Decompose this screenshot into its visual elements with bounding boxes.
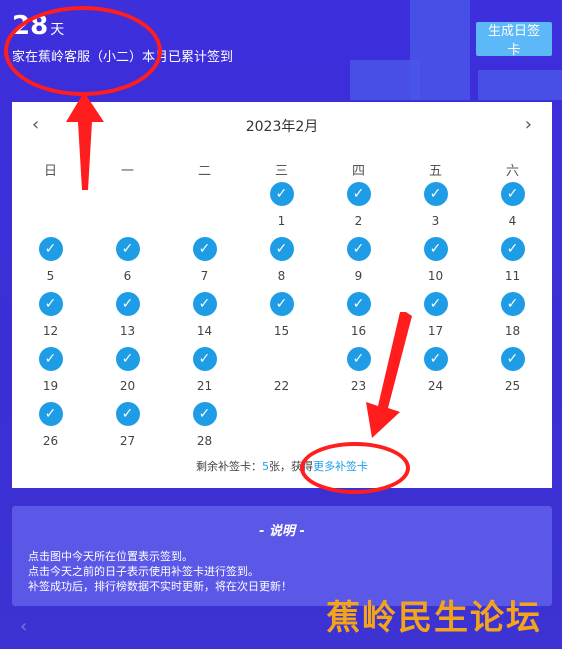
day-number: 27: [119, 434, 136, 448]
checked-icon: ✓: [423, 182, 448, 206]
day-cell[interactable]: ✓ 5: [12, 235, 89, 290]
day-number: 12: [42, 324, 59, 338]
checked-icon: ✓: [192, 292, 217, 316]
generate-daily-card-button[interactable]: 生成日签卡: [476, 22, 552, 57]
weekday-label: 五: [428, 164, 442, 179]
weekday-label: 二: [197, 164, 211, 179]
day-number: 20: [119, 379, 136, 393]
day-cell[interactable]: ✓ 14: [166, 290, 243, 345]
day-cell[interactable]: ✓ 8: [243, 235, 320, 290]
weekday-label: 三: [274, 164, 288, 179]
day-cell[interactable]: ✓ 2: [320, 180, 397, 235]
day-cell[interactable]: ✓ 15: [243, 290, 320, 345]
weekday-label: 四: [351, 164, 365, 179]
checked-icon: ✓: [346, 237, 371, 261]
description-line: 点击今天之前的日子表示使用补签卡进行签到。: [28, 565, 259, 578]
day-number: 6: [123, 269, 132, 283]
checked-icon: ✓: [192, 237, 217, 261]
checked-icon: ✓: [500, 237, 525, 261]
checked-icon: ✓: [423, 292, 448, 316]
day-number: 9: [354, 269, 363, 283]
day-cell[interactable]: ✓ 10: [397, 235, 474, 290]
weekday-label: 六: [505, 164, 519, 179]
day-number: 17: [427, 324, 444, 338]
checked-icon: ✓: [115, 237, 140, 261]
day-number: 26: [42, 434, 59, 448]
day-cell[interactable]: ✓ 28: [166, 400, 243, 455]
day-number: 5: [46, 269, 55, 283]
day-cell[interactable]: ✓ 26: [12, 400, 89, 455]
day-number: 11: [504, 269, 521, 283]
checked-icon: ✓: [38, 402, 63, 426]
day-cell[interactable]: ✓ 18: [474, 290, 551, 345]
day-cell[interactable]: ✓ 11: [474, 235, 551, 290]
day-cell[interactable]: ✓ 13: [89, 290, 166, 345]
next-month-button[interactable]: ›: [525, 114, 532, 135]
day-number: 7: [200, 269, 209, 283]
day-number: 3: [431, 214, 440, 228]
makeup-card-label: 剩余补签卡：: [196, 460, 262, 473]
day-cell[interactable]: ✓ 4: [474, 180, 551, 235]
day-number: 19: [42, 379, 59, 393]
day-cell[interactable]: ✓ 27: [89, 400, 166, 455]
day-number: 28: [196, 434, 213, 448]
description-title: - 说明 -: [259, 524, 305, 539]
day-cell[interactable]: ✓ 3: [397, 180, 474, 235]
checked-icon: ✓: [269, 182, 294, 206]
building-decoration: [350, 60, 420, 100]
day-number: 8: [277, 269, 286, 283]
day-number: 21: [196, 379, 213, 393]
day-number: 1: [277, 214, 286, 228]
day-number: 24: [427, 379, 444, 393]
checked-icon: ✓: [115, 292, 140, 316]
checked-icon: ✓: [192, 402, 217, 426]
annotation-circle-link: [300, 442, 410, 494]
description-line: 点击图中今天所在位置表示签到。: [28, 550, 193, 563]
checked-icon: ✓: [500, 182, 525, 206]
day-cell[interactable]: ✓ 19: [12, 345, 89, 400]
checked-icon: ✓: [500, 292, 525, 316]
checked-icon: ✓: [269, 237, 294, 261]
day-number: 2: [354, 214, 363, 228]
checked-icon: ✓: [269, 292, 294, 316]
checked-icon: ✓: [423, 237, 448, 261]
checked-icon: ✓: [38, 292, 63, 316]
day-number: 13: [119, 324, 136, 338]
day-number: 22: [273, 379, 290, 393]
calendar-grid: ✓ 1 ✓ 2 ✓ 3 ✓ 4 ✓ 5 ✓ 6 ✓ 7 ✓ 8 ✓ 9 ✓ 10 ✓ 11 ✓ 12 ✓ 13 ✓ 14 ✓ 15 ✓ 16 ✓…: [12, 180, 552, 455]
day-cell[interactable]: ✓ 1: [243, 180, 320, 235]
empty-cell: [166, 180, 243, 235]
checked-icon: ✓: [346, 182, 371, 206]
annotation-arrow-down: [366, 312, 412, 438]
day-cell[interactable]: ✓ 20: [89, 345, 166, 400]
checked-icon: ✓: [38, 347, 63, 371]
day-cell[interactable]: ✓ 12: [12, 290, 89, 345]
day-cell[interactable]: 22: [243, 345, 320, 400]
day-number: 14: [196, 324, 213, 338]
day-number: 4: [508, 214, 517, 228]
day-cell[interactable]: ✓ 6: [89, 235, 166, 290]
checked-icon: ✓: [423, 347, 448, 371]
annotation-arrow-up: [66, 92, 104, 190]
checked-icon: ✓: [115, 402, 140, 426]
checked-icon: ✓: [500, 347, 525, 371]
watermark: 蕉岭民生论坛: [326, 598, 542, 638]
day-cell[interactable]: ✓ 7: [166, 235, 243, 290]
day-number: 10: [427, 269, 444, 283]
building-decoration: [478, 70, 562, 100]
description-lines: 点击图中今天所在位置表示签到。 点击今天之前的日子表示使用补签卡进行签到。 补签成功…: [28, 549, 552, 594]
checked-icon: ✓: [38, 237, 63, 261]
day-number: 18: [504, 324, 521, 338]
day-cell[interactable]: ✓ 9: [320, 235, 397, 290]
day-number: 25: [504, 379, 521, 393]
day-cell[interactable]: ✓ 25: [474, 345, 551, 400]
makeup-card-info: 剩余补签卡：5张，获得更多补签卡: [12, 458, 552, 474]
makeup-card-count: 5: [262, 460, 269, 473]
day-cell[interactable]: ✓ 21: [166, 345, 243, 400]
annotation-circle-header: [4, 6, 162, 96]
checked-icon: ✓: [115, 347, 140, 371]
checked-icon: ✓: [192, 347, 217, 371]
back-icon[interactable]: ‹: [20, 616, 27, 637]
day-number: 15: [273, 324, 290, 338]
